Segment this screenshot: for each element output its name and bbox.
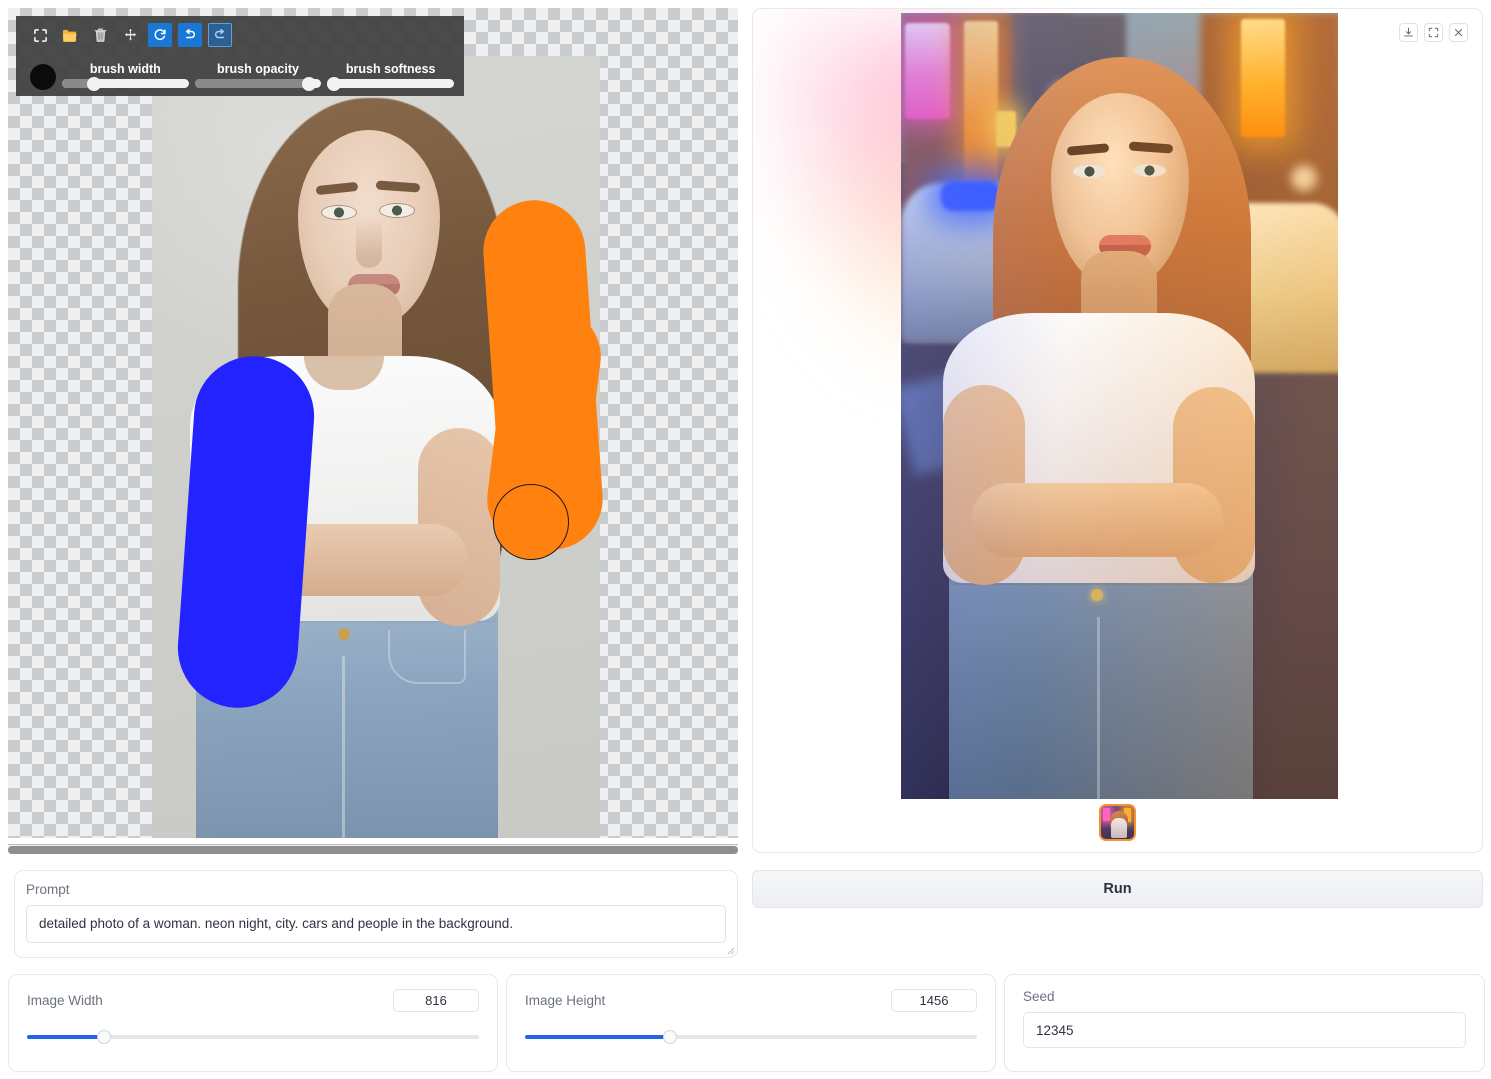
- image-height-header: Image Height 1456: [525, 989, 977, 1012]
- brush-softness-label: brush softness: [327, 62, 454, 76]
- image-width-header: Image Width 816: [27, 989, 479, 1012]
- image-width-label: Image Width: [27, 993, 103, 1008]
- brush-width-thumb[interactable]: [87, 77, 101, 91]
- prompt-input[interactable]: detailed photo of a woman. neon night, c…: [26, 905, 726, 943]
- image-height-input[interactable]: 1456: [891, 989, 977, 1012]
- prompt-resize-grip[interactable]: [725, 945, 735, 955]
- brush-opacity-track[interactable]: [195, 79, 322, 88]
- fullscreen-icon[interactable]: [28, 23, 52, 47]
- undo-icon[interactable]: [178, 23, 202, 47]
- source-jeans-seam: [342, 656, 345, 838]
- open-folder-icon[interactable]: [58, 23, 82, 47]
- thumbnail-detail: [1111, 818, 1127, 838]
- run-button[interactable]: Run: [752, 870, 1483, 908]
- reset-icon[interactable]: [148, 23, 172, 47]
- result-panel: [752, 8, 1483, 853]
- source-jeans-pocket-right: [388, 630, 466, 684]
- fullscreen-icon[interactable]: [1424, 23, 1443, 42]
- result-action-bar: [1399, 23, 1468, 42]
- image-width-thumb[interactable]: [97, 1030, 111, 1044]
- brush-color-swatch[interactable]: [30, 64, 56, 90]
- brush-softness-slider[interactable]: brush softness: [327, 79, 454, 94]
- brush-cursor: [493, 484, 569, 560]
- brush-softness-thumb[interactable]: [327, 77, 341, 91]
- brush-width-label: brush width: [62, 62, 189, 76]
- mask-editor-canvas[interactable]: brush width brush opacity brush softness: [8, 8, 738, 853]
- image-width-input[interactable]: 816: [393, 989, 479, 1012]
- image-height-label: Image Height: [525, 993, 605, 1008]
- image-inpainting-app: brush width brush opacity brush softness: [0, 0, 1491, 1079]
- image-height-fill: [525, 1035, 670, 1039]
- brush-toolbar: brush width brush opacity brush softness: [16, 16, 464, 96]
- prompt-label: Prompt: [26, 882, 726, 897]
- canvas-horizontal-scrollbar[interactable]: [8, 844, 738, 854]
- result-thumbnail-1[interactable]: [1099, 804, 1136, 841]
- parameter-row: Image Width 816 Image Height 1456 Seed: [8, 974, 1485, 1072]
- source-jeans-button: [338, 628, 350, 640]
- result-thumbnail-strip: [753, 804, 1482, 841]
- brush-opacity-label: brush opacity: [195, 62, 322, 76]
- image-height-control: Image Height 1456: [506, 974, 996, 1072]
- redo-icon[interactable]: [208, 23, 232, 47]
- gen-color-grade: [901, 13, 1338, 799]
- brush-width-slider[interactable]: brush width: [62, 79, 189, 94]
- trash-icon[interactable]: [88, 23, 112, 47]
- seed-input[interactable]: 12345: [1023, 1012, 1466, 1048]
- image-height-slider[interactable]: [525, 1030, 977, 1044]
- canvas-scrollbar-thumb[interactable]: [8, 846, 738, 854]
- brush-slider-row: brush width brush opacity brush softness: [16, 50, 464, 94]
- image-width-slider[interactable]: [27, 1030, 479, 1044]
- brush-opacity-thumb[interactable]: [302, 77, 316, 91]
- prompt-card: Prompt detailed photo of a woman. neon n…: [14, 870, 738, 958]
- tool-button-row: [16, 16, 464, 50]
- mask-stroke-blue[interactable]: [174, 352, 318, 712]
- close-icon[interactable]: [1449, 23, 1468, 42]
- image-width-control: Image Width 816: [8, 974, 498, 1072]
- brush-opacity-fill: [195, 79, 309, 88]
- thumbnail-detail: [1103, 808, 1110, 821]
- seed-control: Seed 12345: [1004, 974, 1485, 1072]
- download-icon[interactable]: [1399, 23, 1418, 42]
- generated-image[interactable]: [901, 13, 1338, 799]
- seed-label: Seed: [1023, 989, 1466, 1004]
- brush-softness-track[interactable]: [327, 79, 454, 88]
- move-icon[interactable]: [118, 23, 142, 47]
- brush-width-track[interactable]: [62, 79, 189, 88]
- image-height-thumb[interactable]: [663, 1030, 677, 1044]
- brush-opacity-slider[interactable]: brush opacity: [195, 79, 322, 94]
- image-width-fill: [27, 1035, 104, 1039]
